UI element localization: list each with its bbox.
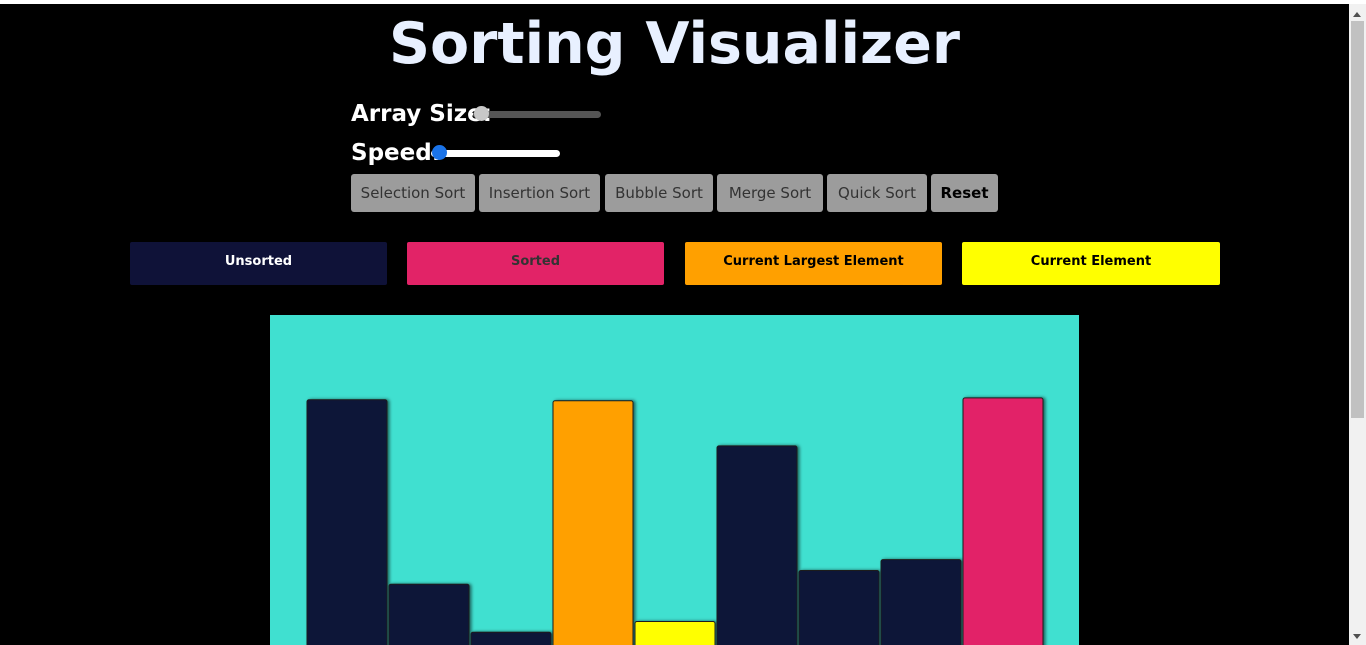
speed-label: Speed:: [351, 140, 441, 166]
bar-largest: [552, 400, 634, 645]
bar-unsorted: [470, 631, 552, 645]
array-size-slider-track[interactable]: [473, 111, 601, 118]
speed-slider-track[interactable]: [431, 150, 560, 157]
bar-chart: [270, 315, 1079, 645]
legend-sorted: Sorted: [407, 242, 664, 285]
bar-unsorted: [716, 445, 798, 645]
legend-current-element: Current Element: [962, 242, 1220, 285]
bar-unsorted: [388, 583, 470, 645]
quick-sort-button[interactable]: Quick Sort: [827, 174, 927, 212]
bar-current: [634, 620, 716, 645]
scrollbar-thumb[interactable]: [1351, 21, 1364, 418]
scroll-up-arrow-icon[interactable]: [1353, 12, 1361, 17]
legend-unsorted: Unsorted: [130, 242, 387, 285]
page-title: Sorting Visualizer: [389, 11, 960, 77]
array-size-slider[interactable]: [473, 105, 601, 123]
speed-slider-thumb[interactable]: [432, 145, 447, 160]
insertion-sort-button[interactable]: Insertion Sort: [479, 174, 600, 212]
merge-sort-button[interactable]: Merge Sort: [717, 174, 823, 212]
bar-sorted: [962, 397, 1044, 645]
bubble-sort-button[interactable]: Bubble Sort: [605, 174, 713, 212]
bar-unsorted: [798, 569, 880, 645]
vertical-scrollbar[interactable]: [1349, 4, 1366, 645]
bar-unsorted: [306, 399, 388, 645]
bar-unsorted: [880, 559, 962, 645]
scroll-down-arrow-icon[interactable]: [1353, 634, 1361, 639]
reset-button[interactable]: Reset: [931, 174, 998, 212]
bar-chart-svg: [306, 397, 1044, 645]
array-size-label: Array Size:: [351, 101, 492, 127]
speed-slider[interactable]: [431, 144, 560, 162]
legend-current-largest: Current Largest Element: [685, 242, 942, 285]
selection-sort-button[interactable]: Selection Sort: [351, 174, 475, 212]
array-size-slider-thumb[interactable]: [474, 106, 489, 121]
page: Sorting Visualizer Array Size: Speed: Se…: [0, 4, 1349, 645]
